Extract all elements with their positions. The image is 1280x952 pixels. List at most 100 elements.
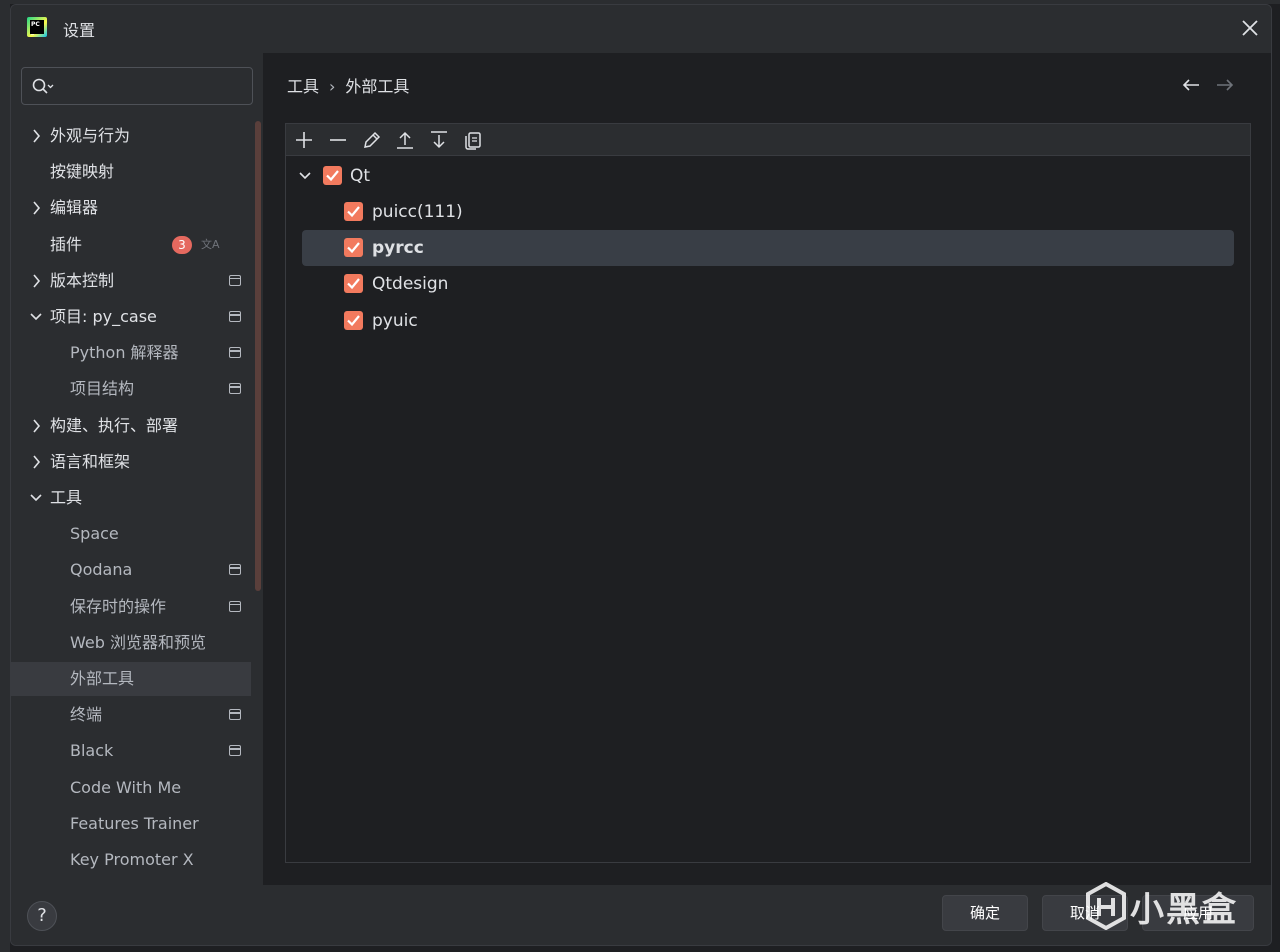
chevron-right-icon[interactable] xyxy=(29,445,43,479)
tool-checkbox[interactable] xyxy=(344,202,363,221)
back-arrow-icon[interactable] xyxy=(1181,77,1201,93)
sidebar-item[interactable]: 语言和框架 xyxy=(11,445,251,479)
search-input[interactable] xyxy=(21,67,253,105)
search-icon xyxy=(32,78,54,94)
sidebar-item-label: 外观与行为 xyxy=(50,126,131,145)
title-bar: PC _ 设置 xyxy=(11,5,1271,53)
project-level-icon xyxy=(229,745,241,757)
sidebar-item-label: Key Promoter X xyxy=(70,850,194,869)
tool-entry-row[interactable]: pyrcc xyxy=(302,230,1234,267)
content-pane: 工具 › 外部工具 Qt puicc(111) pyrcc Qtdesign p… xyxy=(263,53,1271,885)
forward-arrow-icon[interactable] xyxy=(1215,77,1235,93)
breadcrumb-current: 外部工具 xyxy=(345,77,410,96)
tool-entry-row[interactable]: Qtdesign xyxy=(302,266,1234,302)
sidebar-item[interactable]: 外观与行为 xyxy=(11,119,251,153)
ok-button[interactable]: 确定 xyxy=(942,895,1028,931)
tool-checkbox[interactable] xyxy=(344,310,363,330)
sidebar-item-label: 编辑器 xyxy=(50,198,99,218)
sidebar-item-label: 外部工具 xyxy=(70,669,135,688)
remove-icon[interactable] xyxy=(326,128,350,152)
sidebar-item[interactable]: 终端 xyxy=(11,698,251,732)
breadcrumb: 工具 › 外部工具 xyxy=(287,73,409,97)
chevron-right-icon[interactable] xyxy=(29,119,43,153)
sidebar-item-label: 终端 xyxy=(70,705,103,725)
project-level-icon xyxy=(229,600,241,612)
watermark-logo-icon xyxy=(1086,882,1126,930)
sidebar-item-label: Features Trainer xyxy=(70,813,199,833)
chevron-right-icon[interactable] xyxy=(29,264,43,298)
sidebar-item-label: 工具 xyxy=(50,488,83,507)
sidebar-item[interactable]: 版本控制 xyxy=(11,264,251,298)
check-icon xyxy=(347,242,360,254)
sidebar-item[interactable]: 插件 3 文A xyxy=(11,228,251,262)
sidebar-item[interactable]: 外部工具 xyxy=(11,662,251,696)
sidebar-item[interactable]: Code With Me xyxy=(11,771,251,805)
sidebar-item-label: 项目: py_case xyxy=(50,307,157,326)
sidebar-item[interactable]: 按键映射 xyxy=(11,155,251,189)
check-icon xyxy=(326,170,339,182)
sidebar-item[interactable]: Black xyxy=(11,734,251,768)
chevron-right-icon[interactable] xyxy=(29,409,43,443)
close-icon[interactable] xyxy=(1239,17,1261,39)
move-down-icon[interactable] xyxy=(427,128,451,152)
tool-entry-row[interactable]: pyuic xyxy=(302,303,1234,339)
move-up-icon[interactable] xyxy=(393,128,417,152)
project-level-icon xyxy=(229,383,241,395)
sidebar-item-label: 语言和框架 xyxy=(50,451,131,471)
sidebar-item-label: 插件 xyxy=(50,234,83,254)
add-icon[interactable] xyxy=(292,128,316,152)
breadcrumb-separator: › xyxy=(329,77,336,96)
sidebar-item-label: 项目结构 xyxy=(70,379,135,399)
tool-checkbox[interactable] xyxy=(344,274,363,294)
sidebar-item[interactable]: 项目: py_case xyxy=(11,300,251,334)
watermark-text: 小黑盒 xyxy=(1130,890,1238,930)
tool-entry-label: Qtdesign xyxy=(372,274,449,295)
sidebar-item-label: 版本控制 xyxy=(50,270,115,290)
external-tools-panel: Qt puicc(111) pyrcc Qtdesign pyuic xyxy=(285,123,1251,863)
breadcrumb-parent[interactable]: 工具 xyxy=(287,77,319,96)
project-level-icon xyxy=(229,311,241,322)
tool-entry-label: puicc(111) xyxy=(372,202,463,222)
sidebar-item[interactable]: 项目结构 xyxy=(11,372,251,406)
project-level-icon xyxy=(229,274,241,286)
window-title: 设置 xyxy=(63,21,96,40)
sidebar-item-label: Qodana xyxy=(70,560,133,580)
settings-dialog: PC _ 设置 外观与行为按键映射编辑器插件 3 文A 版本控制项目: py_case P… xyxy=(10,4,1272,946)
sidebar-item[interactable]: 保存时的操作 xyxy=(11,590,251,624)
sidebar-item[interactable]: Key Promoter X xyxy=(11,843,251,877)
pycharm-logo-icon: PC _ xyxy=(27,17,47,37)
sidebar-item-label: Code With Me xyxy=(70,777,182,797)
settings-sidebar: 外观与行为按键映射编辑器插件 3 文A 版本控制项目: py_case Python 解… xyxy=(11,53,263,885)
sidebar-item[interactable]: 编辑器 xyxy=(11,191,251,225)
chevron-right-icon[interactable] xyxy=(29,191,43,225)
sidebar-item-label: Python 解释器 xyxy=(70,343,179,363)
chevron-down-icon[interactable] xyxy=(29,300,43,334)
edit-icon[interactable] xyxy=(360,128,384,152)
sidebar-item-label: Black xyxy=(70,741,114,761)
project-level-icon xyxy=(229,564,241,576)
background-ide-edge xyxy=(0,0,10,952)
tool-entry-label: pyrcc xyxy=(372,238,424,259)
sidebar-item[interactable]: Web 浏览器和预览 xyxy=(11,626,251,660)
copy-icon[interactable] xyxy=(461,128,485,152)
sidebar-item-label: 保存时的操作 xyxy=(70,596,167,616)
project-level-icon xyxy=(229,709,241,721)
sidebar-item[interactable]: Qodana xyxy=(11,553,251,587)
sidebar-scrollbar[interactable] xyxy=(255,121,261,591)
sidebar-item[interactable]: Features Trainer xyxy=(11,807,251,841)
sidebar-item[interactable]: 构建、执行、部署 xyxy=(11,409,251,443)
check-icon xyxy=(347,206,360,218)
chevron-down-icon[interactable] xyxy=(298,170,312,182)
sidebar-item[interactable]: 工具 xyxy=(11,481,251,515)
tool-checkbox[interactable] xyxy=(344,238,363,258)
group-checkbox[interactable] xyxy=(323,166,342,185)
chevron-down-icon[interactable] xyxy=(29,481,43,515)
sidebar-item[interactable]: Python 解释器 xyxy=(11,336,251,370)
tool-entry-row[interactable]: puicc(111) xyxy=(302,194,1234,230)
sidebar-item[interactable]: Space xyxy=(11,517,251,551)
help-button[interactable]: ? xyxy=(27,901,57,931)
check-icon xyxy=(347,278,360,290)
tool-group-row[interactable]: Qt xyxy=(294,158,1234,194)
translate-icon: 文A xyxy=(201,237,220,251)
sidebar-item-label: Space xyxy=(70,524,119,544)
